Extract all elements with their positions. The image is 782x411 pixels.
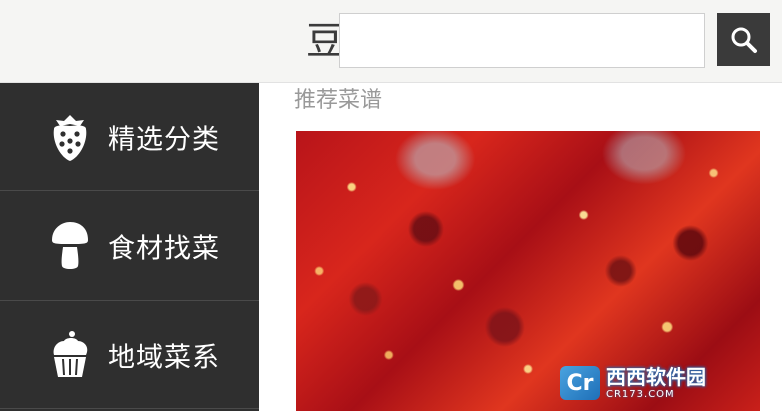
- search-input[interactable]: [339, 13, 705, 68]
- mushroom-icon: [48, 220, 92, 272]
- watermark-text: 西西软件园: [606, 364, 706, 389]
- cupcake-icon: [48, 329, 92, 381]
- watermark-logo: Cr 西西软件园 CR173.COM: [560, 363, 750, 403]
- search-icon: [731, 27, 757, 53]
- search-button[interactable]: [717, 13, 770, 66]
- top-header: 豆: [0, 0, 782, 83]
- watermark-logo-mark: Cr: [560, 366, 600, 400]
- sidebar-item-categories[interactable]: 精选分类: [0, 83, 259, 191]
- sidebar: 精选分类 食材找菜 地域菜系: [0, 83, 259, 411]
- strawberry-icon: [48, 111, 92, 163]
- sidebar-item-regional-cuisine[interactable]: 地域菜系: [0, 301, 259, 409]
- sidebar-item-ingredients[interactable]: 食材找菜: [0, 191, 259, 301]
- sidebar-item-label: 精选分类: [108, 124, 220, 155]
- watermark-subtext: CR173.COM: [606, 388, 675, 400]
- sidebar-item-label: 地域菜系: [108, 342, 220, 373]
- section-title: 推荐菜谱: [294, 88, 383, 113]
- sidebar-item-label: 食材找菜: [108, 233, 220, 264]
- app-logo-text: 豆: [306, 19, 342, 63]
- recipe-image[interactable]: Cr 西西软件园 CR173.COM: [296, 131, 760, 411]
